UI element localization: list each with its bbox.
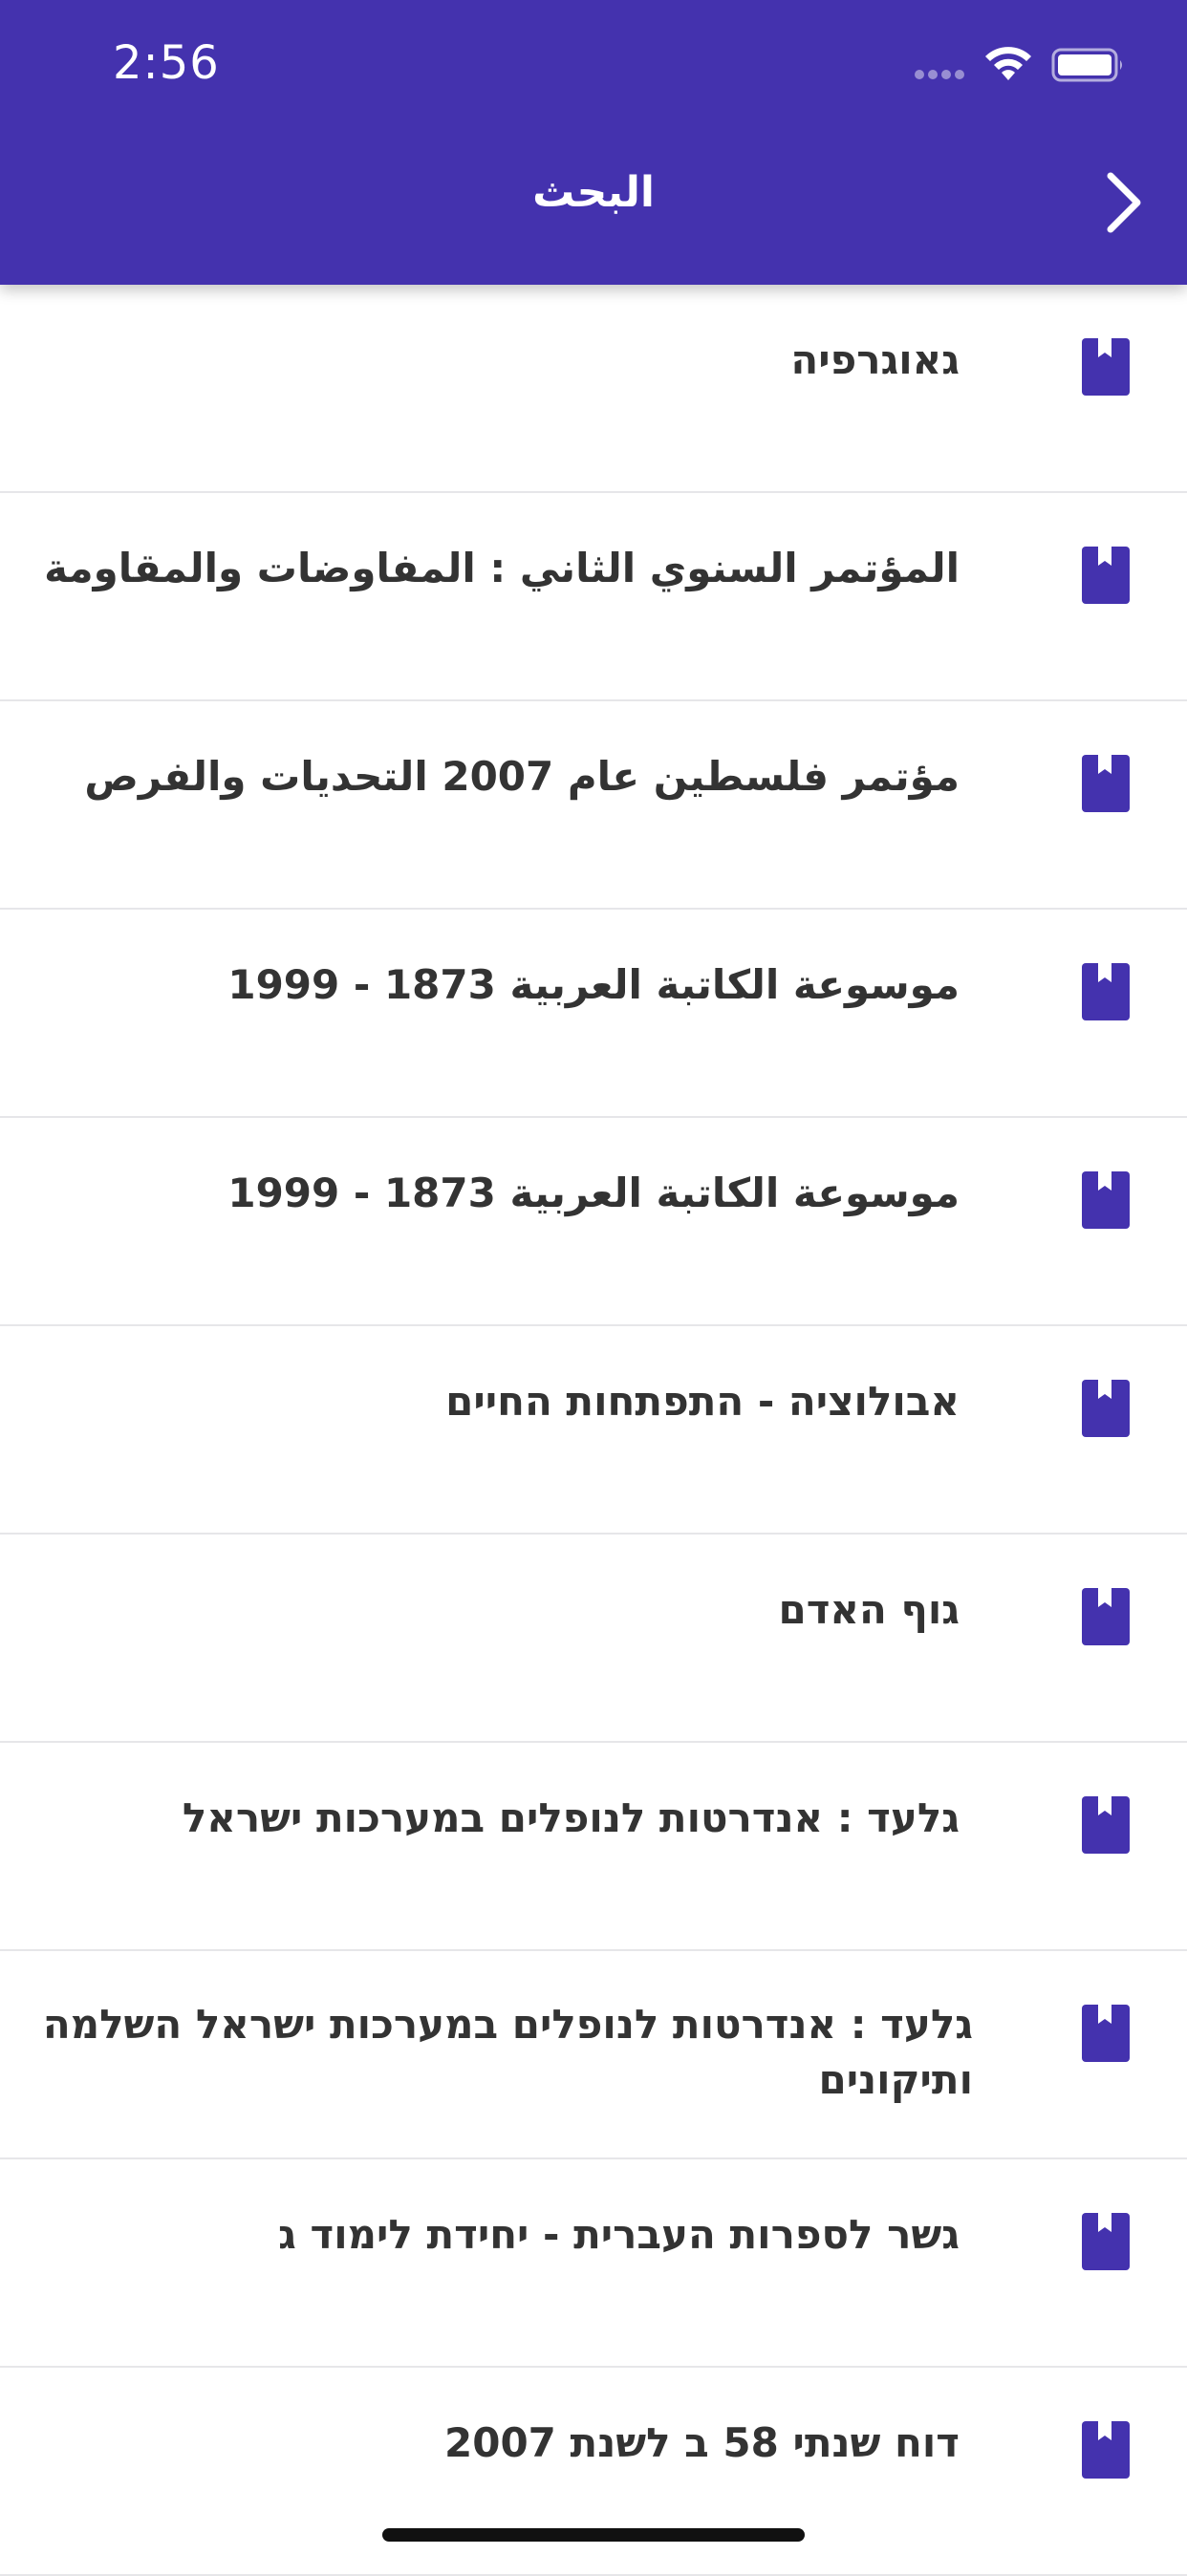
search-results-list: גאוגרפיה المؤتمر السنوي الثاني : المفاوض… xyxy=(0,285,1187,2576)
book-icon xyxy=(1082,338,1130,396)
list-item[interactable]: גלעד : אנדרטות לנופלים במערכות ישראל השל… xyxy=(0,1951,1187,2159)
list-item-title: المؤتمر السنوي الثاني : المفاوضات والمقا… xyxy=(44,545,960,591)
wifi-icon xyxy=(985,47,1031,80)
list-item-title: גלעד : אנדרטות לנופלים במערכות ישראל xyxy=(182,1794,960,1841)
book-icon xyxy=(1082,1796,1130,1854)
signal-icon xyxy=(915,70,964,79)
book-icon xyxy=(1082,1380,1130,1437)
list-item-title: גוף האדם xyxy=(778,1586,960,1633)
book-icon xyxy=(1082,1171,1130,1229)
list-item[interactable]: مؤتمر فلسطين عام 2007 التحديات والفرص xyxy=(0,701,1187,910)
list-item[interactable]: גלעד : אנדרטות לנופלים במערכות ישראל xyxy=(0,1743,1187,1951)
navigation-bar: البحث xyxy=(0,126,1187,285)
list-item-title: גשר לספרות העברית - יחידת לימוד ג xyxy=(278,2211,960,2258)
list-item-title: אבולוציה - התפתחות החיים xyxy=(445,1378,960,1425)
chevron-right-icon xyxy=(1107,172,1141,233)
book-icon xyxy=(1082,2213,1130,2270)
status-bar: 2:56 xyxy=(0,0,1187,126)
list-item[interactable]: גשר לספרות העברית - יחידת לימוד ג xyxy=(0,2159,1187,2368)
book-icon xyxy=(1082,2005,1130,2062)
list-item-title: مؤتمر فلسطين عام 2007 التحديات والفرص xyxy=(84,753,960,800)
book-icon xyxy=(1082,547,1130,604)
list-item-title: דוח שנתי 58 ב לשנת 2007 xyxy=(444,2419,960,2466)
book-icon xyxy=(1082,963,1130,1020)
back-button[interactable] xyxy=(1090,166,1158,239)
list-item-title: موسوعة الكاتبة العربية 1873 - 1999 xyxy=(227,961,960,1008)
page-title: البحث xyxy=(532,168,655,217)
list-item[interactable]: אבולוציה - התפתחות החיים xyxy=(0,1326,1187,1535)
list-item[interactable]: موسوعة الكاتبة العربية 1873 - 1999 xyxy=(0,910,1187,1118)
home-indicator[interactable] xyxy=(382,2528,805,2542)
list-item[interactable]: גאוגרפיה xyxy=(0,285,1187,493)
book-icon xyxy=(1082,1588,1130,1645)
list-item[interactable]: المؤتمر السنوي الثاني : المفاوضات والمقا… xyxy=(0,493,1187,701)
list-item-title: גאוגרפיה xyxy=(790,336,960,383)
book-icon xyxy=(1082,755,1130,812)
list-item-title: גלעד : אנדרטות לנופלים במערכות ישראל השל… xyxy=(42,2001,973,2103)
list-item[interactable]: موسوعة الكاتبة العربية 1873 - 1999 xyxy=(0,1118,1187,1326)
battery-icon xyxy=(1051,48,1122,82)
book-icon xyxy=(1082,2421,1130,2479)
list-item[interactable]: דוח שנתי 58 ב לשנת 2007 xyxy=(0,2368,1187,2576)
app-header: 2:56 البحث xyxy=(0,0,1187,285)
status-time: 2:56 xyxy=(113,36,220,90)
list-item[interactable]: גוף האדם xyxy=(0,1535,1187,1743)
list-item-title: موسوعة الكاتبة العربية 1873 - 1999 xyxy=(227,1170,960,1216)
